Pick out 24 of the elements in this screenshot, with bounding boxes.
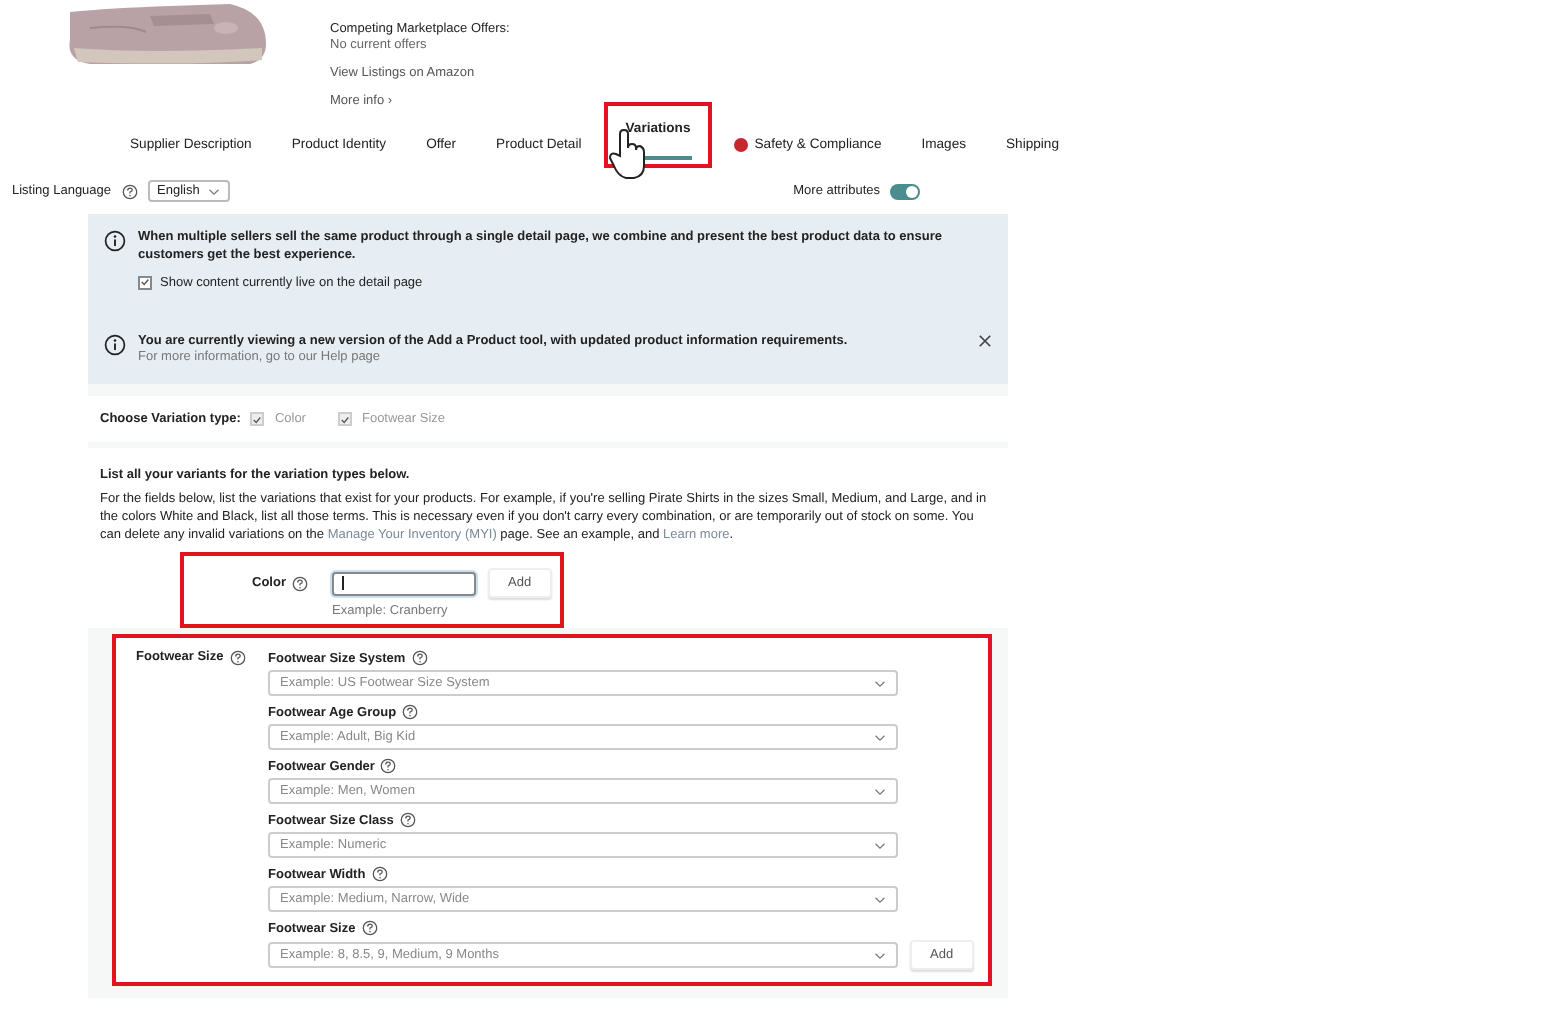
chevron-down-icon xyxy=(874,733,886,742)
help-icon[interactable] xyxy=(399,812,416,829)
info-icon xyxy=(104,333,126,356)
chevron-down-icon xyxy=(874,841,886,850)
checkbox[interactable] xyxy=(337,412,352,427)
toggle-switch[interactable] xyxy=(890,183,920,199)
checkbox[interactable] xyxy=(138,275,152,290)
chevron-down-icon xyxy=(874,895,886,904)
checkbox[interactable] xyxy=(250,412,265,427)
help-icon[interactable] xyxy=(380,758,397,775)
help-icon[interactable] xyxy=(371,866,388,883)
help-icon[interactable] xyxy=(411,650,428,667)
help-icon[interactable] xyxy=(121,183,138,199)
chevron-down-icon xyxy=(874,679,886,688)
chevron-down-icon xyxy=(207,187,220,195)
color-input[interactable] xyxy=(332,571,476,596)
help-icon[interactable] xyxy=(402,704,419,721)
help-icon[interactable] xyxy=(361,920,378,937)
chevron-down-icon xyxy=(874,787,886,796)
help-icon[interactable] xyxy=(291,575,308,592)
help-icon[interactable] xyxy=(229,650,246,667)
info-icon xyxy=(104,230,126,252)
chevron-down-icon xyxy=(874,951,886,960)
close-button[interactable] xyxy=(978,333,992,348)
